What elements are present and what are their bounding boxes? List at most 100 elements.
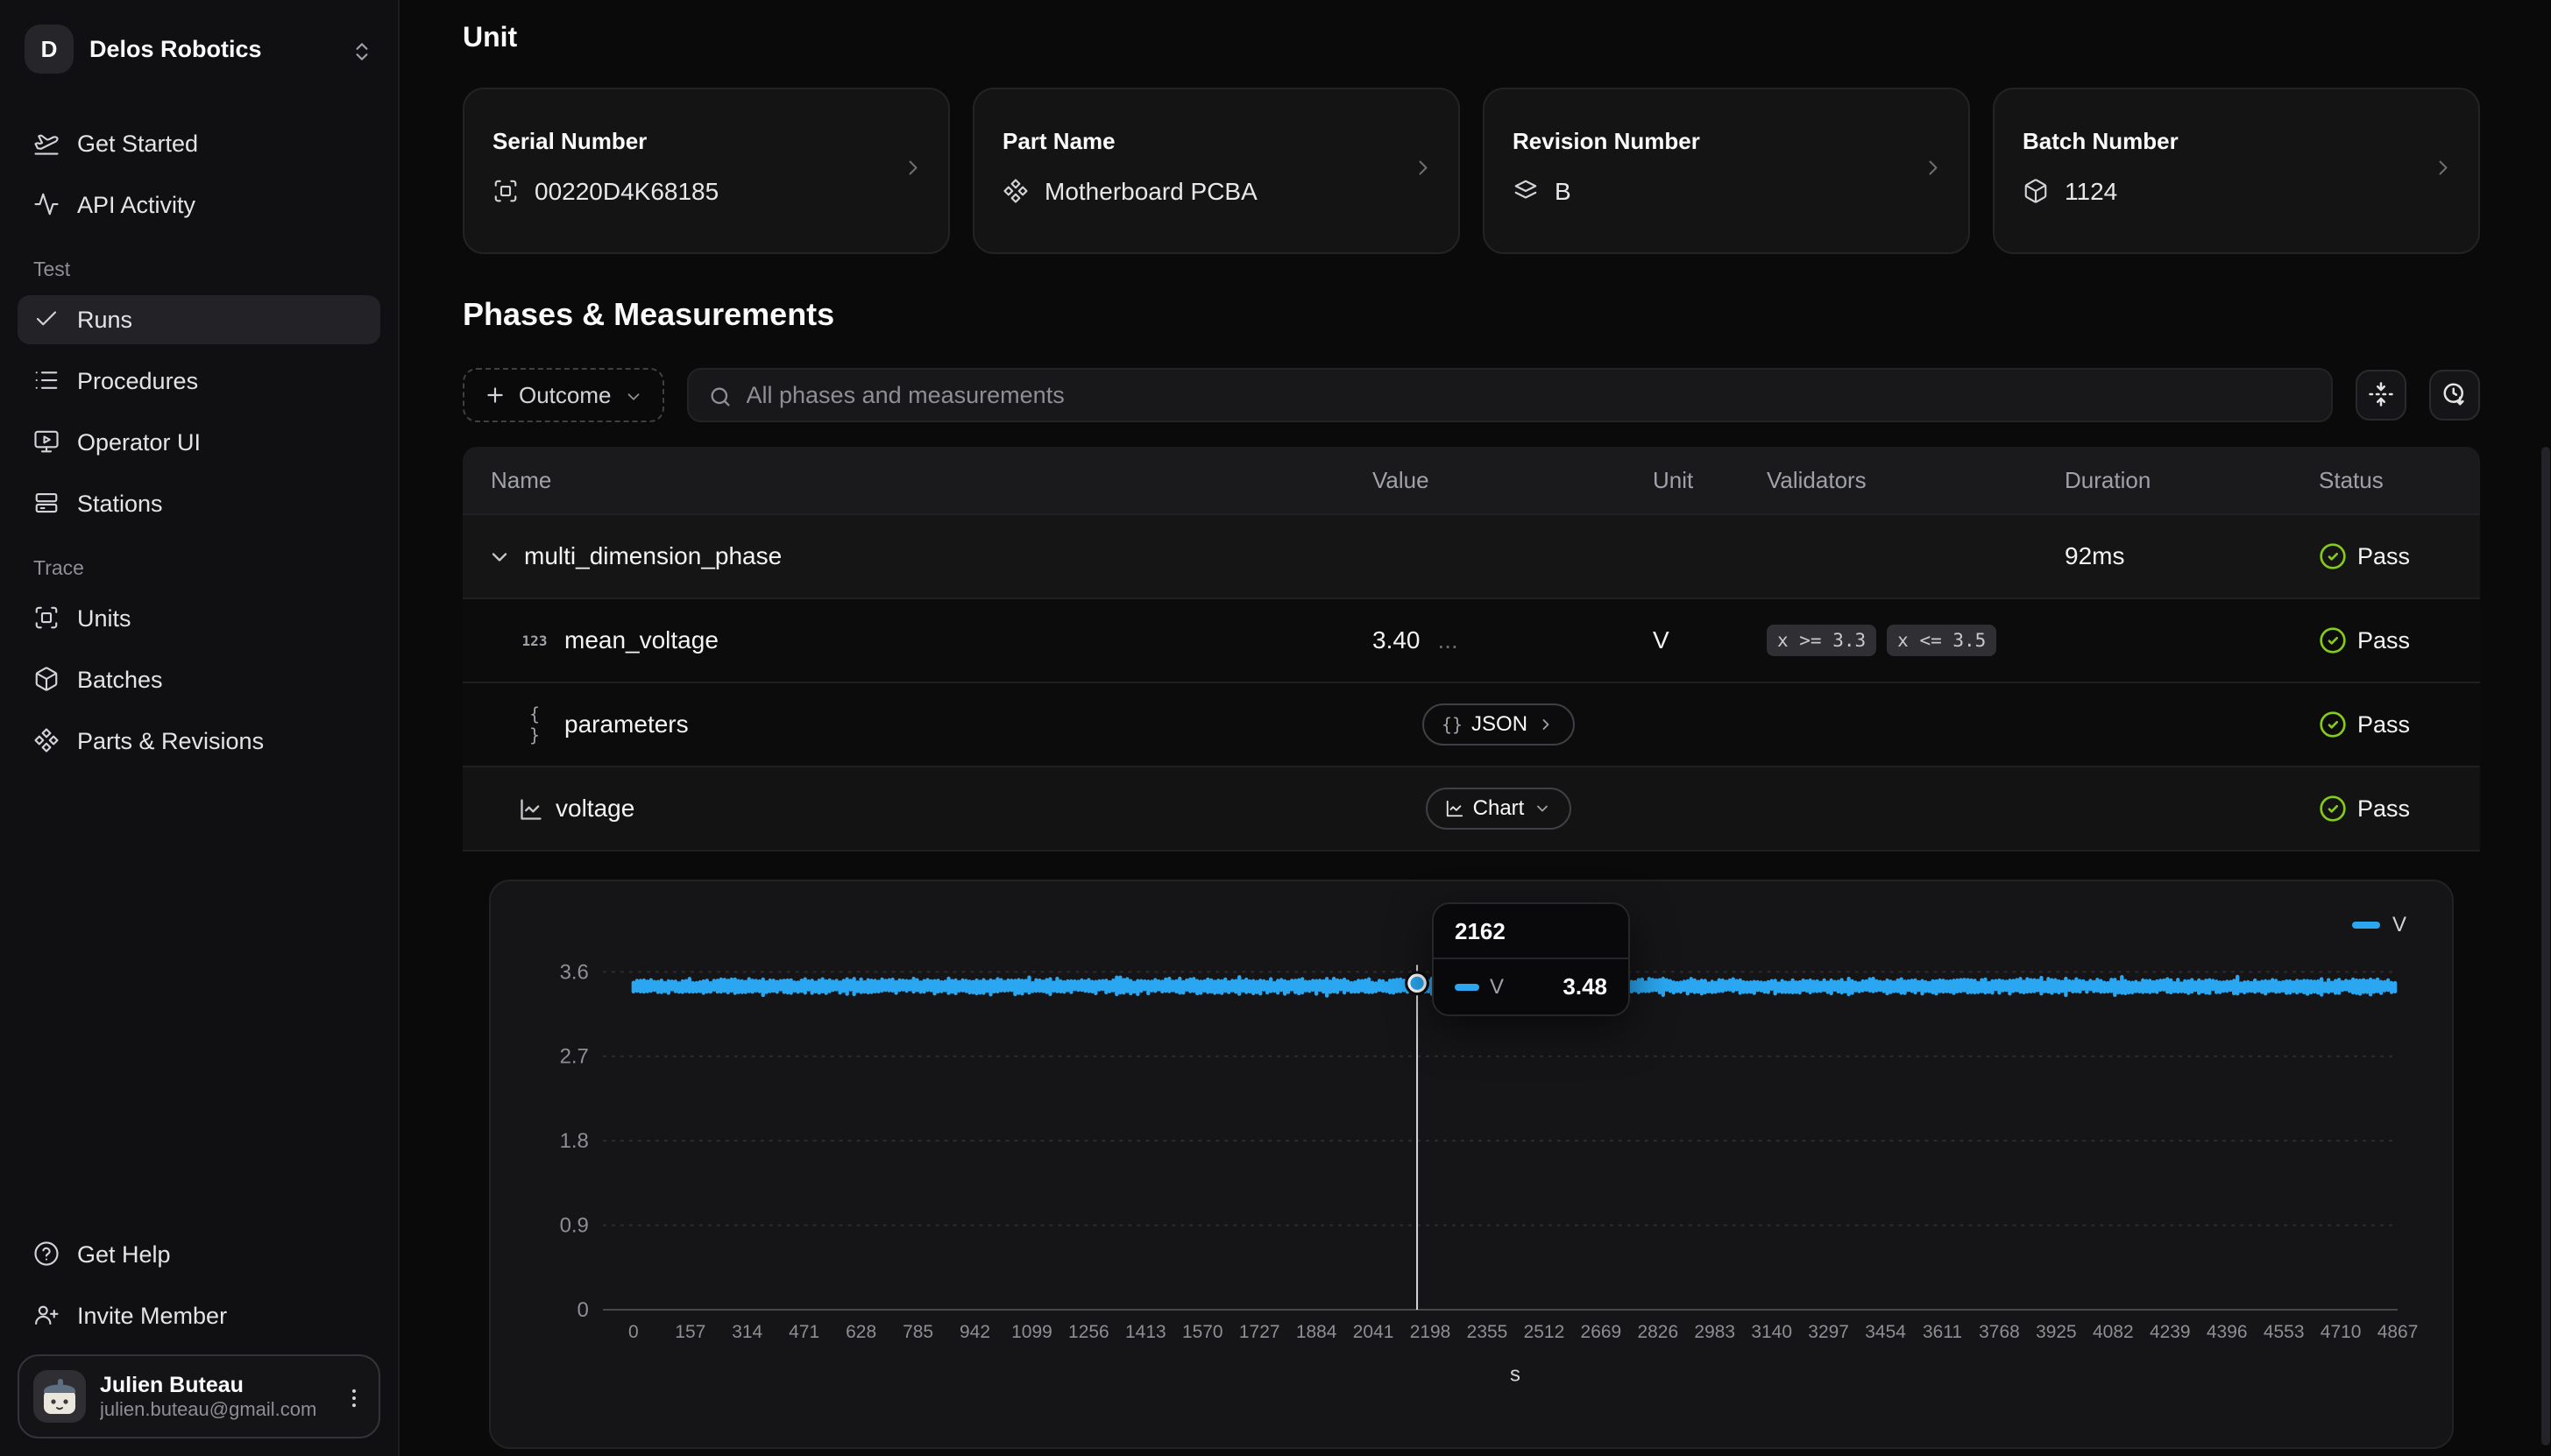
value-ellipsis[interactable]: ... — [1438, 626, 1458, 654]
line-chart-icon — [1445, 799, 1464, 818]
svg-text:0: 0 — [578, 1298, 589, 1322]
status-text: Pass — [2357, 711, 2410, 739]
phase-duration: 92ms — [2051, 542, 2305, 570]
sidebar-item-units[interactable]: Units — [18, 594, 380, 643]
svg-text:628: 628 — [846, 1322, 876, 1342]
legend-swatch — [2352, 922, 2380, 929]
table-row-phase[interactable]: multi_dimension_phase 92ms Pass — [463, 513, 2480, 597]
sidebar: D Delos Robotics Get Started API Activity… — [0, 0, 400, 1456]
json-chip-button[interactable]: {} JSON — [1422, 703, 1575, 746]
org-switcher[interactable]: D Delos Robotics — [18, 18, 380, 81]
svg-text:1884: 1884 — [1296, 1322, 1337, 1342]
chart-chip-button[interactable]: Chart — [1426, 788, 1572, 830]
sidebar-item-procedures[interactable]: Procedures — [18, 357, 380, 406]
list-icon — [33, 367, 61, 395]
search-box[interactable] — [687, 368, 2334, 422]
check-circle-icon — [2319, 710, 2347, 739]
chevron-right-icon — [901, 155, 925, 187]
card-value: 00220D4K68185 — [535, 178, 719, 206]
svg-text:1.8: 1.8 — [560, 1129, 589, 1153]
svg-text:4396: 4396 — [2207, 1322, 2248, 1342]
svg-text:4239: 4239 — [2150, 1322, 2191, 1342]
chart-legend: V — [2352, 913, 2406, 937]
measurement-name: parameters — [564, 710, 689, 739]
user-plus-icon — [33, 1302, 61, 1330]
sidebar-item-api-activity[interactable]: API Activity — [18, 180, 380, 230]
collapse-rows-button[interactable] — [2356, 370, 2406, 421]
help-circle-icon — [33, 1240, 61, 1269]
user-email: julien.buteau@gmail.com — [100, 1398, 328, 1421]
column-header-name: Name — [463, 467, 1358, 494]
card-label: Revision Number — [1513, 128, 1940, 155]
svg-text:2669: 2669 — [1581, 1322, 1622, 1342]
svg-text:1413: 1413 — [1125, 1322, 1166, 1342]
sidebar-section-label: Test — [33, 258, 380, 281]
sidebar-item-operator-ui[interactable]: Operator UI — [18, 418, 380, 467]
svg-text:2355: 2355 — [1467, 1322, 1508, 1342]
braces-icon: { } — [519, 703, 550, 746]
scrollbar-thumb[interactable] — [2541, 447, 2550, 1445]
voltage-line-chart[interactable]: 00.91.82.73.6015731447162878594210991256… — [491, 881, 2452, 1447]
table-row-voltage[interactable]: voltage Chart Pass — [463, 766, 2480, 850]
svg-text:2041: 2041 — [1353, 1322, 1394, 1342]
card-value: 1124 — [2065, 178, 2117, 206]
monitor-play-icon — [33, 428, 61, 456]
check-icon — [33, 306, 61, 334]
measurement-value: 3.40 — [1372, 626, 1421, 654]
voltage-chart-card[interactable]: 00.91.82.73.6015731447162878594210991256… — [489, 880, 2454, 1449]
sidebar-item-batches[interactable]: Batches — [18, 655, 380, 704]
numeric-type-icon: 123 — [519, 633, 550, 649]
status-badge: Pass — [2305, 710, 2480, 739]
status-badge: Pass — [2305, 795, 2480, 823]
chevron-down-icon[interactable] — [487, 545, 510, 568]
chevron-down-icon — [624, 385, 643, 405]
filter-bar: Outcome — [463, 368, 2480, 422]
measurement-unit: V — [1639, 626, 1753, 654]
main-content: Unit Serial Number00220D4K68185Part Name… — [400, 0, 2551, 1456]
svg-text:785: 785 — [903, 1322, 933, 1342]
card-label: Serial Number — [492, 128, 920, 155]
chevron-right-icon — [1411, 155, 1435, 187]
card-label: Batch Number — [2023, 128, 2450, 155]
check-circle-icon — [2319, 542, 2347, 570]
svg-text:3611: 3611 — [1923, 1322, 1962, 1342]
check-circle-icon — [2319, 795, 2347, 823]
search-input[interactable] — [747, 382, 2313, 409]
table-header-row: Name Value Unit Validators Duration Stat… — [463, 447, 2480, 513]
svg-text:314: 314 — [732, 1322, 762, 1342]
measurement-name: voltage — [556, 795, 634, 823]
table-row-mean-voltage[interactable]: 123 mean_voltage 3.40... V x >= 3.3 x <=… — [463, 597, 2480, 682]
box-icon — [33, 666, 61, 694]
stations-icon — [33, 490, 61, 518]
legend-label: V — [2392, 913, 2406, 937]
card-value: Motherboard PCBA — [1045, 178, 1258, 206]
chevron-right-icon — [1536, 715, 1555, 734]
sidebar-item-runs[interactable]: Runs — [18, 295, 380, 344]
card-value: B — [1555, 178, 1571, 206]
clock-history-icon — [2441, 381, 2469, 409]
sidebar-item-get-help[interactable]: Get Help — [18, 1230, 380, 1279]
outcome-filter-button[interactable]: Outcome — [463, 368, 664, 422]
search-icon — [708, 384, 731, 406]
org-name: Delos Robotics — [89, 36, 335, 63]
unit-card-batch-number[interactable]: Batch Number 1124 — [1993, 88, 2480, 254]
sidebar-item-get-started[interactable]: Get Started — [18, 119, 380, 168]
history-button[interactable] — [2429, 370, 2480, 421]
sidebar-item-stations[interactable]: Stations — [18, 479, 380, 528]
svg-text:0.9: 0.9 — [560, 1214, 589, 1238]
sidebar-item-parts-revisions[interactable]: Parts & Revisions — [18, 717, 380, 766]
layers-icon — [1513, 178, 1541, 206]
user-card[interactable]: Julien Buteau julien.buteau@gmail.com — [18, 1354, 380, 1438]
outcome-filter-label: Outcome — [519, 382, 612, 409]
plane-takeoff-icon — [33, 130, 61, 158]
sidebar-item-invite-member[interactable]: Invite Member — [18, 1291, 380, 1340]
status-badge: Pass — [2305, 542, 2480, 570]
column-header-validators: Validators — [1753, 467, 2051, 494]
svg-text:2983: 2983 — [1694, 1322, 1735, 1342]
unit-card-serial-number[interactable]: Serial Number 00220D4K68185 — [463, 88, 950, 254]
app-window: D Delos Robotics Get Started API Activity… — [0, 0, 2551, 1456]
unit-card-part-name[interactable]: Part NameMotherboard PCBA — [973, 88, 1460, 254]
unit-card-revision-number[interactable]: Revision Number B — [1483, 88, 1970, 254]
more-vertical-icon[interactable] — [342, 1385, 365, 1408]
table-row-parameters[interactable]: { } parameters {} JSON Pass — [463, 682, 2480, 766]
